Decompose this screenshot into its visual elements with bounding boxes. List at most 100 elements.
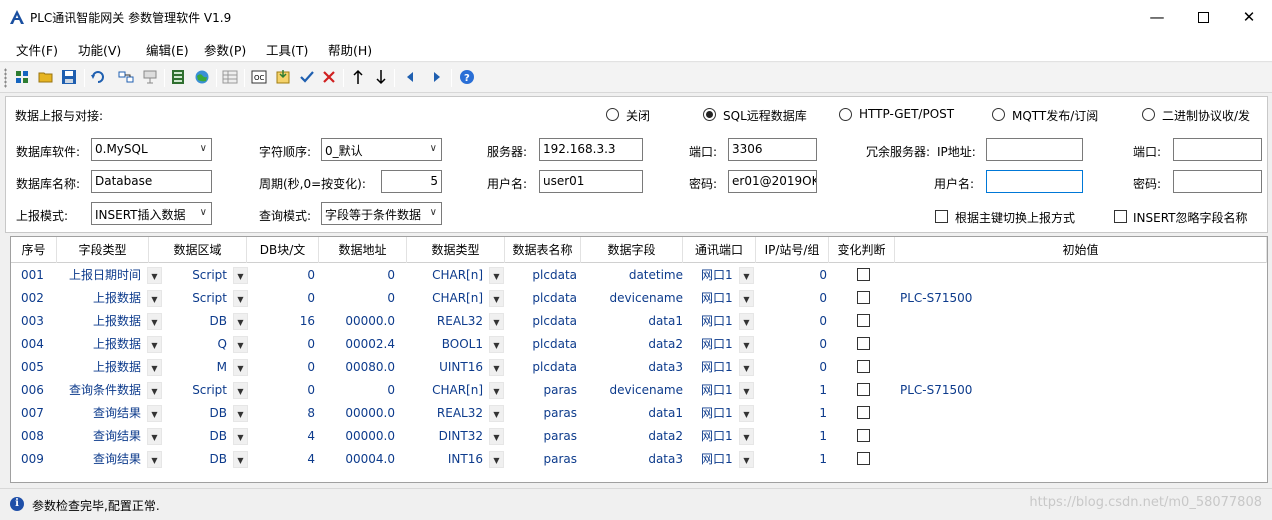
column-header[interactable]: 变化判断 xyxy=(829,237,895,263)
cell-address[interactable]: 0 xyxy=(311,287,395,310)
cell-station[interactable]: 0 xyxy=(756,264,827,287)
table-row[interactable]: 001 上报日期时间 ▼ Script ▼ 0 0 CHAR[n] ▼ plcdata dateti… xyxy=(11,264,1267,287)
cell-address[interactable]: 00080.0 xyxy=(311,356,395,379)
cell-station[interactable]: 0 xyxy=(756,333,827,356)
change-detect-checkbox[interactable] xyxy=(857,429,870,442)
menu-function[interactable]: 功能(V) xyxy=(78,40,121,59)
cell-table-name[interactable]: plcdata xyxy=(505,356,577,379)
dropdown-arrow-icon[interactable]: ▼ xyxy=(489,359,504,376)
cell-station[interactable]: 1 xyxy=(756,425,827,448)
menu-tools[interactable]: 工具(T) xyxy=(266,40,308,59)
cell-port[interactable]: 网口1 xyxy=(701,310,735,333)
cell-field-type[interactable]: 上报数据 xyxy=(57,356,141,379)
report-mode-select[interactable]: INSERT插入数据 ∨ xyxy=(91,202,212,225)
user-input[interactable]: user01 xyxy=(539,170,643,193)
cell-table-name[interactable]: paras xyxy=(505,448,577,471)
table-row[interactable]: 005 上报数据 ▼ M ▼ 0 00080.0 UINT16 ▼ plcdata data3 网口1… xyxy=(11,356,1267,379)
cell-address[interactable]: 00000.0 xyxy=(311,402,395,425)
period-input[interactable]: 5 xyxy=(381,170,442,193)
cell-data-area[interactable]: Script xyxy=(157,287,227,310)
previous-icon[interactable] xyxy=(401,68,419,86)
cell-port[interactable]: 网口1 xyxy=(701,287,735,310)
delete-icon[interactable] xyxy=(320,68,338,86)
table-icon[interactable] xyxy=(221,68,239,86)
dropdown-arrow-icon[interactable]: ▼ xyxy=(233,313,248,330)
column-header[interactable]: 数据地址 xyxy=(319,237,407,263)
cell-index[interactable]: 009 xyxy=(21,448,51,471)
cell-field-name[interactable]: data3 xyxy=(581,356,683,379)
table-row[interactable]: 003 上报数据 ▼ DB ▼ 16 00000.0 REAL32 ▼ plcdata data1 网… xyxy=(11,310,1267,333)
cell-index[interactable]: 004 xyxy=(21,333,51,356)
cell-initial-value[interactable] xyxy=(900,448,1200,471)
dropdown-arrow-icon[interactable]: ▼ xyxy=(489,336,504,353)
cell-data-area[interactable]: DB xyxy=(157,402,227,425)
cell-initial-value[interactable] xyxy=(900,310,1200,333)
cell-station[interactable]: 0 xyxy=(756,287,827,310)
cell-field-type[interactable]: 上报数据 xyxy=(57,333,141,356)
cell-address[interactable]: 00002.4 xyxy=(311,333,395,356)
dropdown-arrow-icon[interactable]: ▼ xyxy=(739,313,754,330)
dropdown-arrow-icon[interactable]: ▼ xyxy=(233,451,248,468)
cell-data-area[interactable]: Script xyxy=(157,379,227,402)
cell-data-type[interactable]: INT16 xyxy=(407,448,483,471)
cell-port[interactable]: 网口1 xyxy=(701,264,735,287)
cell-address[interactable]: 00004.0 xyxy=(311,448,395,471)
cell-address[interactable]: 00000.0 xyxy=(311,425,395,448)
cell-port[interactable]: 网口1 xyxy=(701,379,735,402)
cell-field-type[interactable]: 查询条件数据 xyxy=(57,379,141,402)
cell-field-type[interactable]: 查询结果 xyxy=(57,448,141,471)
dropdown-arrow-icon[interactable]: ▼ xyxy=(489,428,504,445)
cell-address[interactable]: 0 xyxy=(311,264,395,287)
cell-port[interactable]: 网口1 xyxy=(701,333,735,356)
cell-field-type[interactable]: 查询结果 xyxy=(57,425,141,448)
cell-db-block[interactable]: 4 xyxy=(247,425,315,448)
column-header[interactable]: 数据区域 xyxy=(149,237,247,263)
cell-port[interactable]: 网口1 xyxy=(701,448,735,471)
import-icon[interactable] xyxy=(274,68,292,86)
dropdown-arrow-icon[interactable]: ▼ xyxy=(233,290,248,307)
dropdown-arrow-icon[interactable]: ▼ xyxy=(739,405,754,422)
dropdown-arrow-icon[interactable]: ▼ xyxy=(739,451,754,468)
table-row[interactable]: 008 查询结果 ▼ DB ▼ 4 00000.0 DINT32 ▼ paras data2 网口1 ▼… xyxy=(11,425,1267,448)
redundant-user-input[interactable] xyxy=(986,170,1083,193)
cell-initial-value[interactable]: PLC-S71500 xyxy=(900,379,1200,402)
cell-data-type[interactable]: CHAR[n] xyxy=(407,287,483,310)
network-icon[interactable] xyxy=(117,68,135,86)
cell-initial-value[interactable] xyxy=(900,402,1200,425)
redundant-password-input[interactable] xyxy=(1173,170,1262,193)
cell-table-name[interactable]: plcdata xyxy=(505,333,577,356)
cell-data-area[interactable]: DB xyxy=(157,310,227,333)
cell-field-type[interactable]: 查询结果 xyxy=(57,402,141,425)
next-icon[interactable] xyxy=(428,68,446,86)
cell-data-area[interactable]: M xyxy=(157,356,227,379)
cell-index[interactable]: 002 xyxy=(21,287,51,310)
change-detect-checkbox[interactable] xyxy=(857,383,870,396)
dropdown-arrow-icon[interactable]: ▼ xyxy=(233,405,248,422)
cell-data-area[interactable]: DB xyxy=(157,425,227,448)
dropdown-arrow-icon[interactable]: ▼ xyxy=(739,336,754,353)
dropdown-arrow-icon[interactable]: ▼ xyxy=(233,359,248,376)
maximize-button[interactable] xyxy=(1180,0,1226,34)
dropdown-arrow-icon[interactable]: ▼ xyxy=(233,382,248,399)
cell-db-block[interactable]: 4 xyxy=(247,448,315,471)
minimize-button[interactable]: — xyxy=(1134,0,1180,34)
radio-mqtt[interactable] xyxy=(992,108,1005,121)
cell-initial-value[interactable] xyxy=(900,333,1200,356)
cell-index[interactable]: 006 xyxy=(21,379,51,402)
server-input[interactable]: 192.168.3.3 xyxy=(539,138,643,161)
radio-http[interactable] xyxy=(839,108,852,121)
column-header[interactable]: 数据字段 xyxy=(581,237,683,263)
cell-field-name[interactable]: data1 xyxy=(581,310,683,333)
change-detect-checkbox[interactable] xyxy=(857,314,870,327)
cell-db-block[interactable]: 16 xyxy=(247,310,315,333)
cell-initial-value[interactable]: PLC-S71500 xyxy=(900,287,1200,310)
cell-table-name[interactable]: paras xyxy=(505,425,577,448)
cell-field-type[interactable]: 上报日期时间 xyxy=(57,264,141,287)
cell-index[interactable]: 001 xyxy=(21,264,51,287)
dropdown-arrow-icon[interactable]: ▼ xyxy=(489,382,504,399)
cell-station[interactable]: 0 xyxy=(756,310,827,333)
cell-address[interactable]: 00000.0 xyxy=(311,310,395,333)
cell-station[interactable]: 1 xyxy=(756,448,827,471)
dropdown-arrow-icon[interactable]: ▼ xyxy=(489,313,504,330)
change-detect-checkbox[interactable] xyxy=(857,291,870,304)
